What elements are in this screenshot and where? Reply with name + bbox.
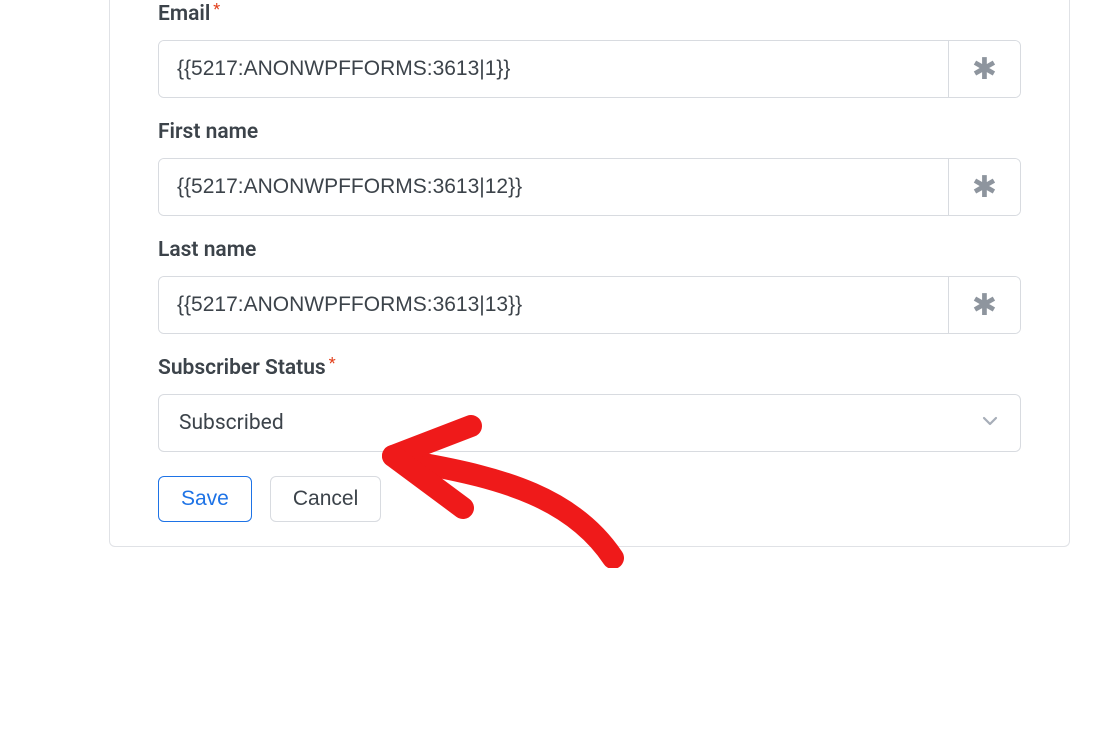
chevron-down-icon (980, 411, 1000, 435)
save-button[interactable]: Save (158, 476, 252, 522)
email-field-group: Email* ✱ (158, 0, 1021, 98)
last-name-field-group: Last name ✱ (158, 238, 1021, 334)
email-label: Email (158, 2, 210, 26)
last-name-label: Last name (158, 238, 256, 262)
last-name-input-row: ✱ (158, 276, 1021, 334)
form-panel: Email* ✱ First name ✱ Last name ✱ Subscr… (109, 0, 1070, 547)
first-name-input-row: ✱ (158, 158, 1021, 216)
cancel-button[interactable]: Cancel (270, 476, 381, 522)
required-indicator: * (213, 0, 220, 18)
subscriber-status-field-group: Subscriber Status* Subscribed (158, 356, 1021, 452)
subscriber-status-select[interactable]: Subscribed (158, 394, 1021, 452)
button-row: Save Cancel (158, 476, 1021, 522)
first-name-field-group: First name ✱ (158, 120, 1021, 216)
subscriber-status-label: Subscriber Status (158, 356, 326, 380)
required-indicator: * (329, 353, 336, 372)
first-name-input[interactable] (159, 159, 948, 215)
email-input-row: ✱ (158, 40, 1021, 98)
subscriber-status-value: Subscribed (179, 411, 980, 435)
email-input[interactable] (159, 41, 948, 97)
smart-tag-icon[interactable]: ✱ (948, 41, 1020, 97)
last-name-input[interactable] (159, 277, 948, 333)
smart-tag-icon[interactable]: ✱ (948, 277, 1020, 333)
smart-tag-icon[interactable]: ✱ (948, 159, 1020, 215)
first-name-label: First name (158, 120, 258, 144)
